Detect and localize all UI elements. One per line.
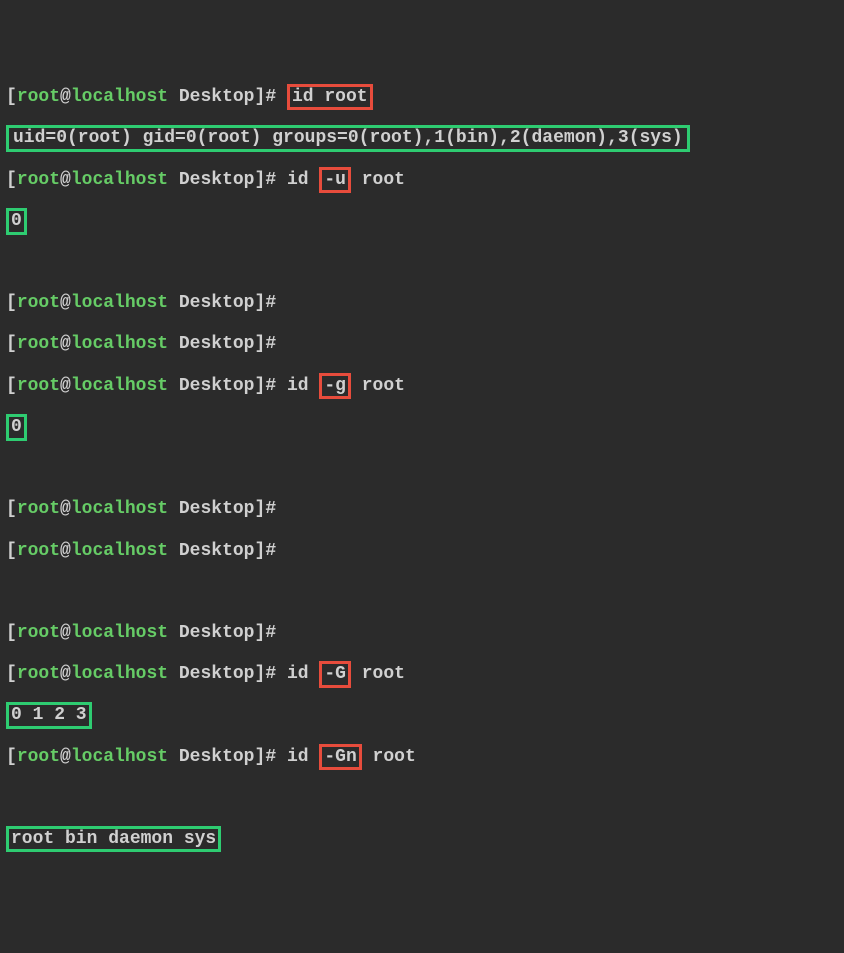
terminal-line-1: [root@localhost Desktop]# id root bbox=[6, 87, 838, 108]
highlight-flag-gn: -Gn bbox=[319, 744, 361, 771]
terminal-line-11: [root@localhost Desktop]# bbox=[6, 623, 838, 644]
terminal-line-15: root bin daemon sys bbox=[6, 829, 838, 850]
highlight-output-names: root bin daemon sys bbox=[6, 826, 221, 853]
highlight-flag-big-g: -G bbox=[319, 661, 351, 688]
terminal-line-7: [root@localhost Desktop]# id -g root bbox=[6, 376, 838, 397]
highlight-flag-g: -g bbox=[319, 373, 351, 400]
terminal-line-3: [root@localhost Desktop]# id -u root bbox=[6, 170, 838, 191]
highlight-output-0b: 0 bbox=[6, 414, 27, 441]
terminal-line-8: 0 bbox=[6, 417, 838, 438]
highlight-cmd-id-root: id root bbox=[287, 84, 373, 111]
highlight-output-0a: 0 bbox=[6, 208, 27, 235]
terminal-line-6: [root@localhost Desktop]# bbox=[6, 334, 838, 355]
terminal-line-5: [root@localhost Desktop]# bbox=[6, 293, 838, 314]
highlight-flag-u: -u bbox=[319, 167, 351, 194]
terminal-line-13: 0 1 2 3 bbox=[6, 705, 838, 726]
terminal-line-9: [root@localhost Desktop]# bbox=[6, 499, 838, 520]
highlight-output-0123: 0 1 2 3 bbox=[6, 702, 92, 729]
terminal-line-12: [root@localhost Desktop]# id -G root bbox=[6, 664, 838, 685]
terminal-line-4: 0 bbox=[6, 211, 838, 232]
terminal-line-10: [root@localhost Desktop]# bbox=[6, 541, 838, 562]
highlight-output-full: uid=0(root) gid=0(root) groups=0(root),1… bbox=[6, 125, 690, 152]
terminal-line-2: uid=0(root) gid=0(root) groups=0(root),1… bbox=[6, 128, 838, 149]
terminal-line-14: [root@localhost Desktop]# id -Gn root bbox=[6, 747, 838, 768]
